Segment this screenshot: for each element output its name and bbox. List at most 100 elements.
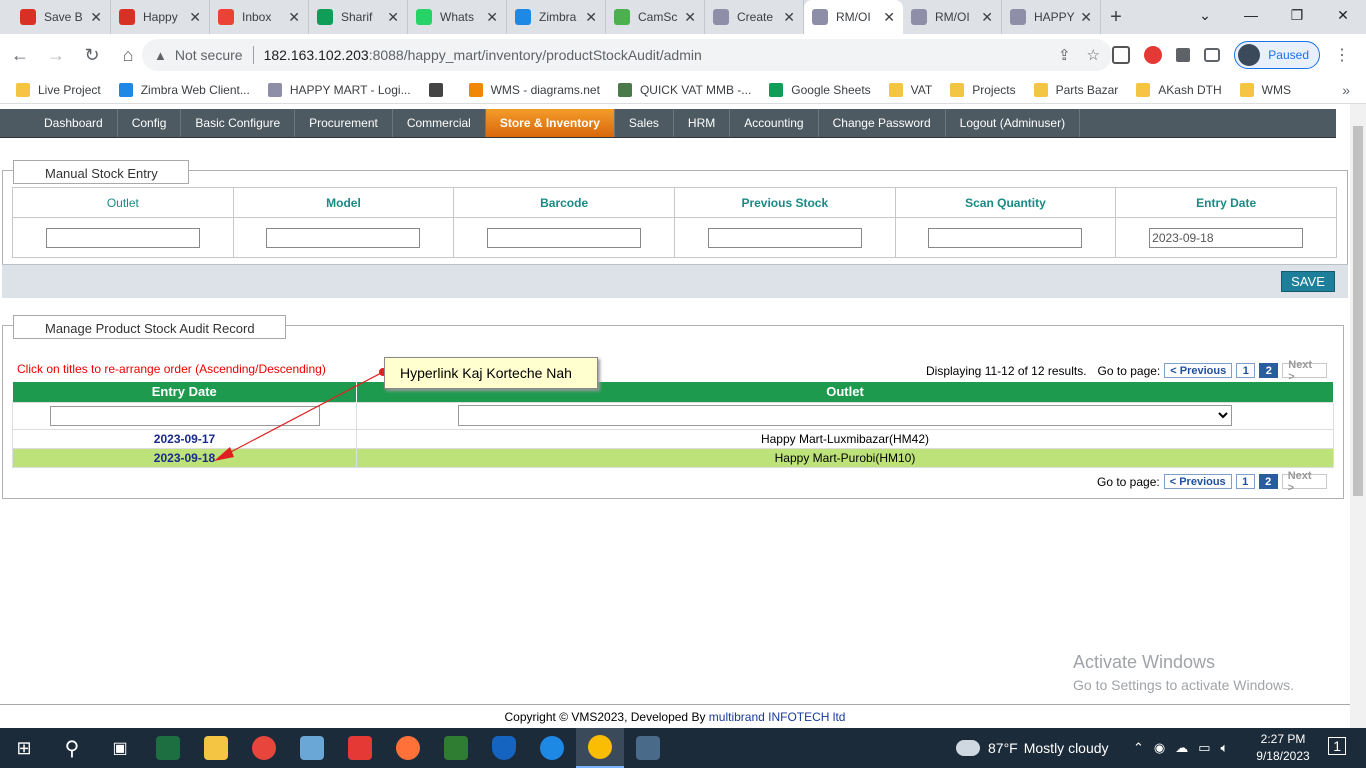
bookmark-item[interactable]: VAT — [888, 82, 932, 97]
close-tab-icon[interactable]: ✕ — [783, 9, 795, 26]
tab-search-icon[interactable]: ⌄ — [1182, 0, 1228, 30]
close-tab-icon[interactable]: ✕ — [387, 9, 399, 26]
close-tab-icon[interactable]: ✕ — [883, 9, 895, 26]
scrollbar-thumb[interactable] — [1353, 126, 1363, 496]
taskbar-app-s[interactable] — [624, 728, 672, 768]
reload-button[interactable]: ↻ — [76, 39, 108, 71]
menu-item[interactable]: HRM — [674, 109, 731, 137]
close-tab-icon[interactable]: ✕ — [90, 9, 102, 26]
browser-tab[interactable]: Zimbra ✕ — [507, 0, 606, 34]
outlet-input[interactable] — [45, 227, 200, 248]
menu-item[interactable]: Commercial — [393, 109, 486, 137]
home-button[interactable]: ⌂ — [112, 39, 144, 71]
page-1-button-bottom[interactable]: 1 — [1235, 474, 1255, 489]
weather-widget[interactable]: 87°F Mostly cloudy — [956, 728, 1109, 768]
back-button[interactable]: ← — [4, 39, 36, 71]
extension-red-icon[interactable] — [1144, 46, 1163, 64]
bookmark-item[interactable]: WMS — [1239, 82, 1291, 97]
start-button[interactable]: ⊞ — [0, 728, 48, 768]
browser-tab[interactable]: CamSc ✕ — [606, 0, 705, 34]
bookmark-item[interactable]: WMS - diagrams.net — [468, 82, 600, 97]
extension-shield-icon[interactable] — [1112, 46, 1131, 64]
browser-tab[interactable]: RM/OI ✕ — [903, 0, 1002, 34]
taskbar-excel[interactable] — [144, 728, 192, 768]
bookmark-item[interactable]: Google Sheets — [769, 82, 871, 97]
volume-icon[interactable]: 🔈︎ — [1221, 740, 1229, 756]
previous-page-button-bottom[interactable]: < Previous — [1163, 474, 1232, 489]
save-button[interactable]: SAVE — [1281, 271, 1335, 292]
menu-item[interactable]: Basic Configure — [181, 109, 296, 137]
browser-tab[interactable]: RM/OI ✕ — [804, 0, 903, 34]
onedrive-icon[interactable]: ☁ — [1175, 740, 1188, 756]
bookmark-item[interactable]: Zimbra Web Client... — [118, 82, 250, 97]
taskbar-defender[interactable] — [480, 728, 528, 768]
new-tab-button[interactable]: + — [1101, 6, 1131, 29]
meet-icon[interactable]: ◉ — [1154, 740, 1165, 756]
bookmarks-overflow-icon[interactable]: » — [1342, 82, 1350, 98]
developer-link[interactable]: multibrand INFOTECH ltd — [709, 710, 846, 724]
close-tab-icon[interactable]: ✕ — [1080, 9, 1092, 26]
taskbar-anydesk[interactable] — [336, 728, 384, 768]
page-2-button-bottom[interactable]: 2 — [1258, 474, 1278, 489]
taskbar-file-explorer[interactable] — [192, 728, 240, 768]
restore-button[interactable]: ❐ — [1274, 0, 1320, 30]
close-tab-icon[interactable]: ✕ — [486, 9, 498, 26]
taskbar-chrome-active[interactable] — [576, 728, 624, 768]
barcode-input[interactable] — [487, 227, 642, 248]
bookmark-item[interactable] — [428, 82, 451, 97]
page-2-button[interactable]: 2 — [1259, 363, 1279, 378]
browser-tab[interactable]: HAPPY ✕ — [1002, 0, 1101, 34]
close-tab-icon[interactable]: ✕ — [684, 9, 696, 26]
entry-date-input[interactable] — [1149, 227, 1304, 248]
browser-tab[interactable]: Save B ✕ — [12, 0, 111, 34]
menu-item[interactable]: Logout (Adminuser) — [946, 109, 1081, 137]
menu-item[interactable]: Accounting — [730, 109, 819, 137]
warning-icon[interactable]: ▲ — [154, 48, 167, 63]
menu-item[interactable]: Sales — [615, 109, 674, 137]
taskbar-chrome[interactable] — [240, 728, 288, 768]
taskbar-app-blue[interactable] — [288, 728, 336, 768]
bookmark-item[interactable]: HAPPY MART - Logi... — [267, 82, 411, 97]
menu-item[interactable]: Change Password — [819, 109, 946, 137]
bookmark-star-icon[interactable]: ☆ — [1087, 46, 1100, 64]
browser-tab[interactable]: Whats ✕ — [408, 0, 507, 34]
close-tab-icon[interactable]: ✕ — [585, 9, 597, 26]
menu-item[interactable]: Store & Inventory — [485, 109, 615, 137]
minimize-button[interactable]: — — [1228, 0, 1274, 30]
taskbar-firefox[interactable] — [384, 728, 432, 768]
browser-tab[interactable]: Sharif ✕ — [309, 0, 408, 34]
bookmark-item[interactable]: Parts Bazar — [1033, 82, 1118, 97]
close-tab-icon[interactable]: ✕ — [189, 9, 201, 26]
page-scrollbar[interactable] — [1350, 104, 1366, 728]
bookmark-item[interactable]: Projects — [950, 82, 1016, 97]
task-view-button[interactable]: ▣ — [96, 728, 144, 768]
battery-icon[interactable]: ▭ — [1198, 740, 1210, 756]
browser-tab[interactable]: Happy ✕ — [111, 0, 210, 34]
notification-center[interactable]: 1 — [1328, 737, 1346, 755]
side-panel-icon[interactable] — [1204, 48, 1221, 62]
taskbar-app-multicolor[interactable] — [432, 728, 480, 768]
profile-paused-button[interactable]: Paused — [1234, 41, 1320, 69]
tray-overflow-icon[interactable]: ⌃ — [1133, 740, 1144, 756]
previous-stock-input[interactable] — [707, 227, 862, 248]
close-tab-icon[interactable]: ✕ — [981, 9, 993, 26]
menu-item[interactable]: Config — [118, 109, 182, 137]
menu-item[interactable]: Procurement — [295, 109, 393, 137]
address-bar[interactable]: ▲ Not secure 182.163.102.203:8088/happy_… — [142, 39, 1112, 71]
close-tab-icon[interactable]: ✕ — [288, 9, 300, 26]
browser-tab[interactable]: Inbox ✕ — [210, 0, 309, 34]
browser-menu-icon[interactable]: ⋮ — [1334, 45, 1350, 65]
menu-item[interactable]: Dashboard — [30, 109, 118, 137]
bookmark-item[interactable]: AKash DTH — [1136, 82, 1222, 97]
close-window-button[interactable]: ✕ — [1320, 0, 1366, 30]
system-clock[interactable]: 2:27 PM 9/18/2023 — [1248, 731, 1318, 765]
share-icon[interactable]: ⇪ — [1058, 46, 1071, 64]
previous-page-button[interactable]: < Previous — [1164, 363, 1233, 378]
bookmark-item[interactable]: QUICK VAT MMB -... — [617, 82, 751, 97]
page-1-button[interactable]: 1 — [1236, 363, 1256, 378]
url-text[interactable]: 182.163.102.203:8088/happy_mart/inventor… — [264, 47, 702, 63]
model-input[interactable] — [266, 227, 421, 248]
taskbar-zimbra[interactable] — [528, 728, 576, 768]
forward-button[interactable]: → — [40, 39, 72, 71]
browser-tab[interactable]: Create ✕ — [705, 0, 804, 34]
